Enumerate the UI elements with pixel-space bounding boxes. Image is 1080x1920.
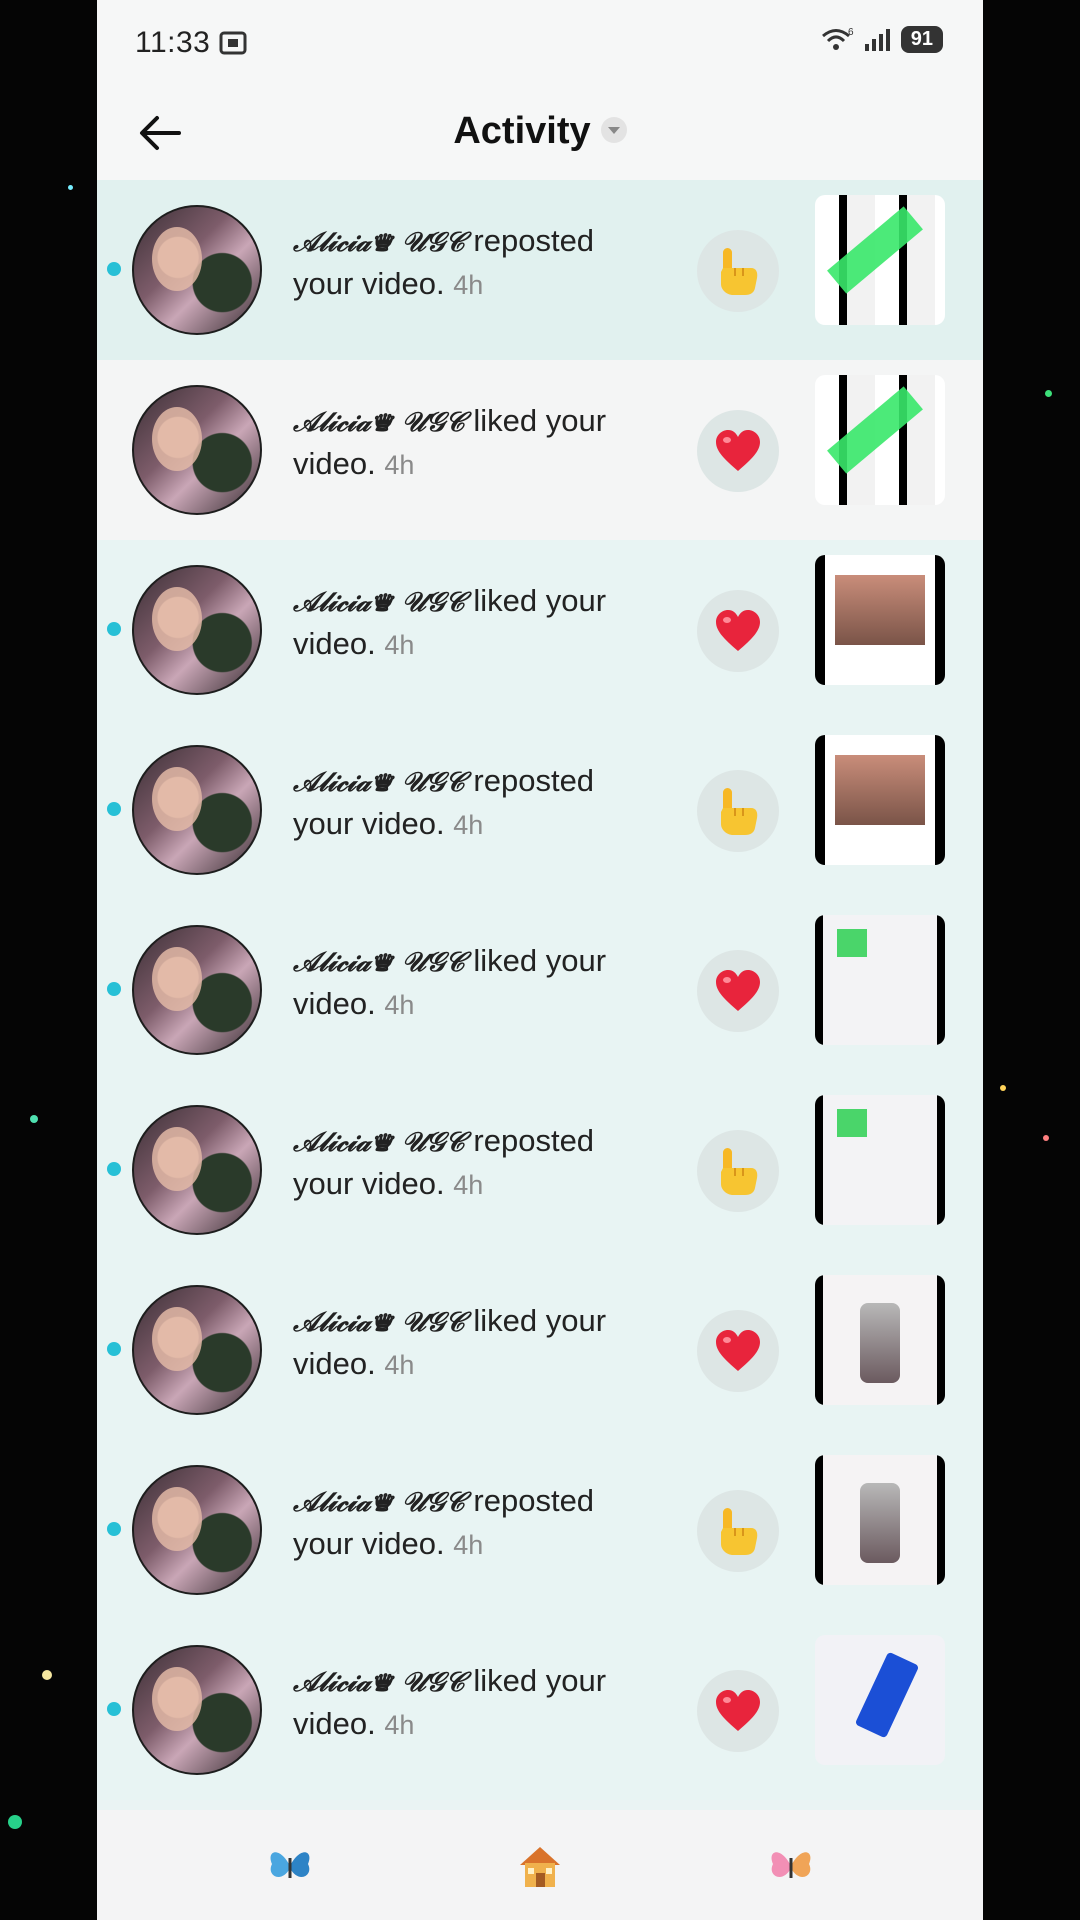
unread-dot <box>107 622 121 636</box>
avatar[interactable] <box>132 565 262 695</box>
background-star <box>30 1115 38 1123</box>
activity-row[interactable]: 𝒜𝓁𝒾𝒸𝒾𝒶♛ 𝒰𝒢𝒞 liked your video. 4h <box>97 540 983 720</box>
activity-text: 𝒜𝓁𝒾𝒸𝒾𝒶♛ 𝒰𝒢𝒞 liked your video. 4h <box>293 940 623 1026</box>
video-thumbnail[interactable] <box>815 555 945 685</box>
video-thumbnail[interactable] <box>815 1635 945 1765</box>
activity-text: 𝒜𝓁𝒾𝒸𝒾𝒶♛ 𝒰𝒢𝒞 liked your video. 4h <box>293 1300 623 1386</box>
activity-text: 𝒜𝓁𝒾𝒸𝒾𝒶♛ 𝒰𝒢𝒞 liked your video. 4h <box>293 400 623 486</box>
battery-level: 91 <box>900 26 943 53</box>
heart-icon[interactable] <box>697 950 779 1032</box>
unread-dot <box>107 1342 121 1356</box>
activity-username[interactable]: 𝒜𝓁𝒾𝒸𝒾𝒶♛ 𝒰𝒢𝒞 <box>293 1127 465 1158</box>
activity-text: 𝒜𝓁𝒾𝒸𝒾𝒶♛ 𝒰𝒢𝒞 reposted your video. 4h <box>293 1480 623 1566</box>
avatar[interactable] <box>132 925 262 1055</box>
video-thumbnail[interactable] <box>815 915 945 1045</box>
page-title-text: Activity <box>453 110 591 152</box>
avatar[interactable] <box>132 1105 262 1235</box>
activity-row[interactable]: 𝒜𝓁𝒾𝒸𝒾𝒶♛ 𝒰𝒢𝒞 reposted your video. 4h <box>97 720 983 900</box>
activity-time: 4h <box>384 1710 415 1740</box>
video-thumbnail[interactable] <box>815 1275 945 1405</box>
activity-text: 𝒜𝓁𝒾𝒸𝒾𝒶♛ 𝒰𝒢𝒞 reposted your video. 4h <box>293 1120 623 1206</box>
unread-dot <box>107 262 121 276</box>
background-star <box>1045 390 1052 397</box>
pointing-hand-icon[interactable] <box>697 1130 779 1212</box>
activity-username[interactable]: 𝒜𝓁𝒾𝒸𝒾𝒶♛ 𝒰𝒢𝒞 <box>293 767 465 798</box>
butterfly-pink-icon[interactable] <box>765 1840 817 1892</box>
activity-username[interactable]: 𝒜𝓁𝒾𝒸𝒾𝒶♛ 𝒰𝒢𝒞 <box>293 1307 465 1338</box>
activity-text: 𝒜𝓁𝒾𝒸𝒾𝒶♛ 𝒰𝒢𝒞 reposted your video. 4h <box>293 220 623 306</box>
status-time: 11:33 <box>135 26 211 59</box>
house-icon[interactable] <box>514 1840 566 1892</box>
video-thumbnail[interactable] <box>815 1455 945 1585</box>
signal-icon <box>864 28 890 51</box>
activity-list: 𝒜𝓁𝒾𝒸𝒾𝒶♛ 𝒰𝒢𝒞 reposted your video. 4h 𝒜𝓁𝒾𝒸𝒾… <box>97 180 983 1800</box>
activity-row[interactable]: 𝒜𝓁𝒾𝒸𝒾𝒶♛ 𝒰𝒢𝒞 reposted your video. 4h <box>97 180 983 360</box>
video-thumbnail[interactable] <box>815 735 945 865</box>
page-header: Activity <box>97 90 983 180</box>
unread-dot <box>107 982 121 996</box>
activity-time: 4h <box>384 450 415 480</box>
activity-username[interactable]: 𝒜𝓁𝒾𝒸𝒾𝒶♛ 𝒰𝒢𝒞 <box>293 1667 465 1698</box>
heart-icon[interactable] <box>697 410 779 492</box>
activity-username[interactable]: 𝒜𝓁𝒾𝒸𝒾𝒶♛ 𝒰𝒢𝒞 <box>293 1487 465 1518</box>
network-label: 6 <box>848 27 854 38</box>
background-star <box>68 185 73 190</box>
bottom-nav <box>97 1810 983 1920</box>
activity-username[interactable]: 𝒜𝓁𝒾𝒸𝒾𝒶♛ 𝒰𝒢𝒞 <box>293 587 465 618</box>
pointing-hand-icon[interactable] <box>697 770 779 852</box>
pointing-hand-icon[interactable] <box>697 230 779 312</box>
activity-time: 4h <box>453 1530 484 1560</box>
screen-record-icon <box>219 31 247 55</box>
video-thumbnail[interactable] <box>815 375 945 505</box>
unread-dot <box>107 1162 121 1176</box>
activity-username[interactable]: 𝒜𝓁𝒾𝒸𝒾𝒶♛ 𝒰𝒢𝒞 <box>293 227 465 258</box>
pointing-hand-icon[interactable] <box>697 1490 779 1572</box>
background-star <box>42 1670 52 1680</box>
activity-row[interactable]: 𝒜𝓁𝒾𝒸𝒾𝒶♛ 𝒰𝒢𝒞 liked your video. 4h <box>97 1260 983 1440</box>
background-star <box>1043 1135 1049 1141</box>
background-star <box>8 1815 22 1829</box>
activity-username[interactable]: 𝒜𝓁𝒾𝒸𝒾𝒶♛ 𝒰𝒢𝒞 <box>293 407 465 438</box>
video-thumbnail[interactable] <box>815 1095 945 1225</box>
avatar[interactable] <box>132 1645 262 1775</box>
app-screen: 11:33 6 91 Activity 𝒜𝓁𝒾𝒸𝒾𝒶♛ 𝒰𝒢𝒞 reposted… <box>97 0 983 1920</box>
avatar[interactable] <box>132 1285 262 1415</box>
wifi-icon: 6 <box>821 27 854 50</box>
activity-text: 𝒜𝓁𝒾𝒸𝒾𝒶♛ 𝒰𝒢𝒞 liked your video. 4h <box>293 1660 623 1746</box>
avatar[interactable] <box>132 205 262 335</box>
activity-time: 4h <box>453 1170 484 1200</box>
avatar[interactable] <box>132 385 262 515</box>
heart-icon[interactable] <box>697 1310 779 1392</box>
avatar[interactable] <box>132 1465 262 1595</box>
activity-row[interactable]: 𝒜𝓁𝒾𝒸𝒾𝒶♛ 𝒰𝒢𝒞 liked your video. 4h <box>97 1620 983 1800</box>
activity-row[interactable]: 𝒜𝓁𝒾𝒸𝒾𝒶♛ 𝒰𝒢𝒞 liked your video. 4h <box>97 900 983 1080</box>
activity-time: 4h <box>384 990 415 1020</box>
activity-time: 4h <box>384 1350 415 1380</box>
heart-icon[interactable] <box>697 590 779 672</box>
activity-time: 4h <box>453 810 484 840</box>
activity-row[interactable]: 𝒜𝓁𝒾𝒸𝒾𝒶♛ 𝒰𝒢𝒞 liked your video. 4h <box>97 360 983 540</box>
activity-time: 4h <box>384 630 415 660</box>
background-star <box>1000 1085 1006 1091</box>
activity-row[interactable]: 𝒜𝓁𝒾𝒸𝒾𝒶♛ 𝒰𝒢𝒞 reposted your video. 4h <box>97 1440 983 1620</box>
status-icons: 6 91 <box>821 26 943 53</box>
activity-row[interactable]: 𝒜𝓁𝒾𝒸𝒾𝒶♛ 𝒰𝒢𝒞 reposted your video. 4h <box>97 1080 983 1260</box>
video-thumbnail[interactable] <box>815 195 945 325</box>
activity-time: 4h <box>453 270 484 300</box>
unread-dot <box>107 1522 121 1536</box>
page-title[interactable]: Activity <box>97 110 983 153</box>
avatar[interactable] <box>132 745 262 875</box>
activity-text: 𝒜𝓁𝒾𝒸𝒾𝒶♛ 𝒰𝒢𝒞 liked your video. 4h <box>293 580 623 666</box>
unread-dot <box>107 1702 121 1716</box>
activity-text: 𝒜𝓁𝒾𝒸𝒾𝒶♛ 𝒰𝒢𝒞 reposted your video. 4h <box>293 760 623 846</box>
activity-username[interactable]: 𝒜𝓁𝒾𝒸𝒾𝒶♛ 𝒰𝒢𝒞 <box>293 947 465 978</box>
chevron-down-icon[interactable] <box>600 116 627 143</box>
unread-dot <box>107 802 121 816</box>
status-bar: 11:33 6 91 <box>97 0 983 90</box>
heart-icon[interactable] <box>697 1670 779 1752</box>
butterfly-blue-icon[interactable] <box>264 1840 316 1892</box>
